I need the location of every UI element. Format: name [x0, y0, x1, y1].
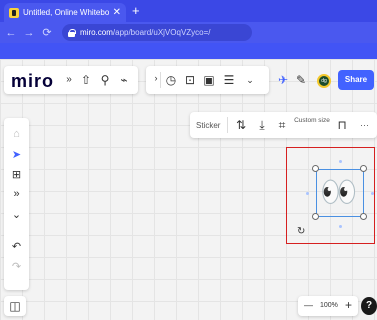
divider [160, 72, 161, 88]
eyes-sticker-icon[interactable]: 👀 [320, 175, 357, 211]
new-tab-button[interactable]: + [132, 4, 140, 18]
board-top-right-panel: › ◷ ⊡ ▣ ☰ ⌄ [146, 66, 269, 94]
connector-dot-right[interactable] [371, 192, 374, 195]
help-button[interactable]: ? [361, 297, 377, 315]
custom-size-label[interactable]: Custom size [294, 117, 330, 125]
address-bar-row: ← → ⟳ miro.com/app/board/uXjVOqVZyco=/ ↗… [0, 22, 377, 61]
collaboration-bar: ✈ ✎ dg Share [272, 66, 374, 94]
lock-icon[interactable]: ⊓ [335, 118, 349, 132]
tab-title: Untitled, Online Whiteboard for [23, 8, 109, 17]
settings-plug-icon[interactable]: ⌁ [117, 73, 131, 87]
resize-handle-bottom-right[interactable] [360, 213, 367, 220]
collapse-icon[interactable]: ⌄ [4, 208, 29, 221]
divider [227, 117, 228, 133]
left-toolbar: ⌂ ➤ ⊞ » ⌄ ↶ ↷ [4, 118, 29, 290]
rotate-icon[interactable]: ↻ [297, 226, 305, 237]
frames-panel-button[interactable]: ◫ [4, 296, 26, 316]
sticker-label[interactable]: Sticker [196, 121, 220, 130]
resize-handle-top-right[interactable] [360, 165, 367, 172]
chevrons-icon[interactable]: » [62, 74, 76, 85]
miro-favicon-icon [9, 7, 19, 18]
browser-tab[interactable]: Untitled, Online Whiteboard for ✕ [4, 3, 126, 22]
connector-dot-bottom[interactable] [339, 225, 342, 228]
browser-tab-bar: Untitled, Online Whiteboard for ✕ + [0, 0, 377, 22]
undo-icon[interactable]: ↶ [4, 240, 29, 253]
lock-icon [68, 28, 76, 37]
redo-icon[interactable]: ↷ [4, 260, 29, 273]
cursor-icon[interactable]: ➤ [4, 148, 29, 161]
download-icon[interactable]: ⤓ [255, 118, 269, 133]
expand-icon[interactable]: » [4, 188, 29, 200]
timer-icon[interactable]: ◷ [164, 73, 178, 87]
board-icon[interactable]: ⊞ [4, 168, 29, 181]
notes-icon[interactable]: ☰ [222, 73, 236, 87]
zoom-controls: — 100% + [298, 296, 358, 316]
url-host: miro.com [80, 28, 113, 37]
more-options-icon[interactable]: ··· [360, 120, 369, 130]
url-path: /app/board/uXjVOqVZyco=/ [112, 28, 211, 37]
search-icon[interactable]: ⚲ [98, 73, 112, 87]
avatar[interactable]: dg [317, 74, 331, 88]
crop-icon[interactable]: ⌗ [275, 118, 289, 133]
panel-icon: ◫ [9, 299, 21, 313]
zoom-out-button[interactable]: — [304, 300, 313, 310]
share-button[interactable]: Share [338, 70, 374, 90]
frame-icon[interactable]: ⊡ [183, 73, 197, 87]
resize-handle-bottom-left[interactable] [312, 213, 319, 220]
miro-logo[interactable]: miro [11, 71, 54, 92]
tab-close-icon[interactable]: ✕ [113, 7, 121, 18]
celebrate-icon[interactable]: ✎ [294, 73, 308, 87]
miro-header-strip [0, 43, 377, 59]
hand-icon[interactable]: ⌂ [4, 128, 29, 140]
upload-icon[interactable]: ⇧ [79, 73, 93, 87]
board-top-left-panel: miro » ⇧ ⚲ ⌁ [4, 66, 138, 94]
connector-dot-left[interactable] [306, 192, 309, 195]
reload-icon[interactable]: ⟳ [40, 26, 54, 39]
zoom-level[interactable]: 100% [320, 302, 338, 309]
back-icon[interactable]: ← [4, 27, 18, 39]
sticker-selection-box[interactable]: 👀 [316, 169, 364, 217]
resize-handle-top-left[interactable] [312, 165, 319, 172]
flip-icon[interactable]: ⇅ [234, 118, 248, 132]
reactions-icon[interactable]: ✈ [276, 73, 290, 87]
present-icon[interactable]: ▣ [202, 73, 216, 87]
connector-dot-top[interactable] [339, 160, 342, 163]
expand-more-icon[interactable]: ⌄ [243, 75, 257, 86]
zoom-in-button[interactable]: + [345, 298, 352, 312]
context-menu: Sticker ⇅ ⤓ ⌗ Custom size ⊓ ··· [190, 112, 377, 138]
forward-icon[interactable]: → [22, 27, 36, 39]
url-input[interactable]: miro.com/app/board/uXjVOqVZyco=/ [62, 24, 252, 41]
